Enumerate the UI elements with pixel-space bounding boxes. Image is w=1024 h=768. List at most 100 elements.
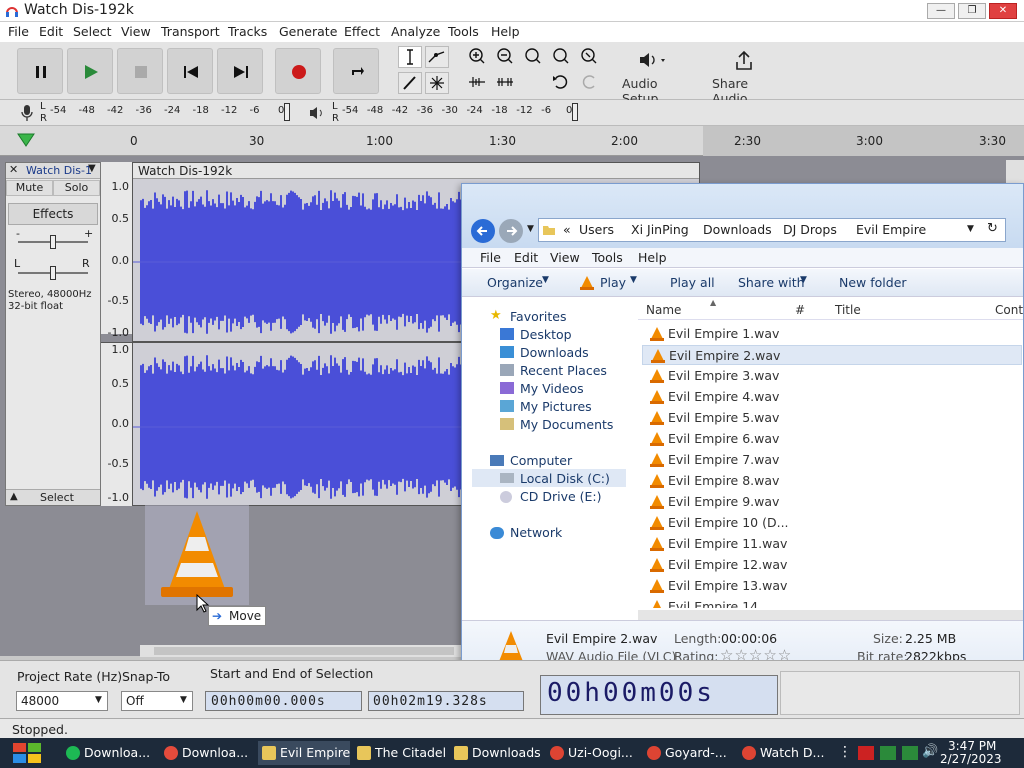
gain-slider[interactable] [18, 235, 88, 249]
explorer-menu-help[interactable]: Help [638, 250, 667, 265]
taskbar-item-uzi[interactable]: Uzi-Oogi... [546, 741, 633, 765]
track-menu-chevron-down-icon[interactable]: ▼ [88, 163, 96, 174]
mute-button[interactable]: Mute [6, 180, 53, 196]
file-list-item[interactable]: Evil Empire 13.wav [642, 576, 1022, 596]
back-button[interactable] [471, 219, 495, 243]
gain-slider-thumb[interactable] [50, 235, 56, 249]
menu-effect[interactable]: Effect [344, 24, 380, 39]
menu-view[interactable]: View [121, 24, 151, 39]
fit-selection-button[interactable] [522, 46, 546, 68]
time-display[interactable]: 00h00m00s [540, 675, 778, 715]
fit-project-button[interactable] [550, 46, 574, 68]
file-list-item[interactable]: Evil Empire 10 (D... [642, 513, 1022, 533]
flag-tray-icon[interactable] [858, 746, 874, 760]
pan-slider-thumb[interactable] [50, 266, 56, 280]
microphone-icon[interactable] [20, 104, 34, 122]
taskbar-item-watch[interactable]: Watch D... [738, 741, 824, 765]
zoom-toggle-button[interactable] [578, 46, 602, 68]
file-list-item[interactable]: Evil Empire 14... [642, 597, 1022, 608]
redo-button[interactable] [578, 72, 602, 94]
scroll-thumb[interactable] [154, 647, 454, 655]
menu-help[interactable]: Help [491, 24, 520, 39]
file-list-item[interactable]: Evil Empire 4.wav [642, 387, 1022, 407]
skip-end-button[interactable] [217, 48, 263, 94]
audio-setup-button[interactable]: Audio Setup [616, 46, 694, 106]
breadcrumb-user[interactable]: Xi JinPing [631, 222, 689, 237]
play-all-button[interactable]: Play all [670, 275, 715, 290]
column-number[interactable]: # [795, 303, 805, 317]
volume-tray-icon[interactable]: 🔊 [922, 744, 938, 759]
track-close-icon[interactable]: ✕ [9, 163, 18, 176]
file-list-item[interactable]: Evil Empire 6.wav [642, 429, 1022, 449]
menu-file[interactable]: File [8, 24, 29, 39]
collapse-triangle-icon[interactable]: ▲ [10, 491, 18, 502]
explorer-menu-view[interactable]: View [550, 250, 580, 265]
new-folder-button[interactable]: New folder [839, 275, 907, 290]
clip-name[interactable]: Watch Dis-192k [138, 164, 232, 178]
play-head-triangle-icon[interactable] [16, 132, 36, 148]
close-button[interactable]: ✕ [989, 3, 1017, 19]
pause-button[interactable] [17, 48, 63, 94]
undo-button[interactable] [550, 72, 574, 94]
file-list-item[interactable]: Evil Empire 11.wav [642, 534, 1022, 554]
minimize-button[interactable]: — [927, 3, 955, 19]
pan-slider[interactable] [18, 266, 88, 280]
selection-end-time[interactable]: 00h02m19.328s [368, 691, 524, 711]
file-list-item[interactable]: Evil Empire 9.wav [642, 492, 1022, 512]
share-with-button[interactable]: Share with [738, 275, 805, 290]
menu-tools[interactable]: Tools [448, 24, 479, 39]
share-chevron-down-icon[interactable]: ▼ [800, 275, 807, 285]
multi-tool[interactable] [425, 72, 449, 94]
breadcrumb-downloads[interactable]: Downloads [703, 222, 772, 237]
file-list-item[interactable]: Evil Empire 2.wav [642, 345, 1022, 365]
taskbar-item-citadel[interactable]: The Citadel [353, 741, 446, 765]
taskbar-item-chrome[interactable]: Downloa... [160, 741, 248, 765]
forward-button[interactable] [499, 219, 523, 243]
explorer-menu-tools[interactable]: Tools [592, 250, 623, 265]
menu-transport[interactable]: Transport [161, 24, 220, 39]
meter-level-slider[interactable] [572, 103, 578, 121]
playback-meter[interactable]: -54 -48 -42 -36 -30 -24 -18 -12 -6 0 [342, 103, 578, 121]
taskbar-item-evil-empire[interactable]: Evil Empire [258, 741, 351, 765]
start-button[interactable] [10, 740, 44, 766]
file-list-item[interactable]: Evil Empire 8.wav [642, 471, 1022, 491]
clock-date[interactable]: 2/27/2023 [940, 752, 1002, 766]
snap-to-select[interactable]: Off ▼ [121, 691, 193, 711]
column-name[interactable]: Name [646, 303, 681, 317]
organize-chevron-down-icon[interactable]: ▼ [542, 275, 549, 285]
display-tray-icon[interactable] [902, 746, 918, 760]
play-command-button[interactable]: Play [600, 275, 626, 290]
file-list-item[interactable]: Evil Empire 3.wav [642, 366, 1022, 386]
menu-select[interactable]: Select [73, 24, 112, 39]
track-name[interactable]: Watch Dis-1 [26, 164, 92, 177]
menu-analyze[interactable]: Analyze [391, 24, 440, 39]
record-meter[interactable]: -54 -48 -42 -36 -24 -18 -12 -6 0 [50, 103, 290, 121]
share-audio-button[interactable]: Share Audio [704, 46, 784, 106]
project-rate-select[interactable]: 48000 ▼ [16, 691, 108, 711]
explorer-menu-edit[interactable]: Edit [514, 250, 538, 265]
address-chevron-down-icon[interactable]: ▼ [967, 224, 974, 234]
refresh-icon[interactable]: ↻ [987, 221, 998, 236]
column-title[interactable]: Title [835, 303, 861, 317]
silence-button[interactable] [494, 72, 518, 94]
file-list-item[interactable]: Evil Empire 12.wav [642, 555, 1022, 575]
organize-button[interactable]: Organize [487, 275, 543, 290]
zoom-out-button[interactable] [494, 46, 518, 68]
history-chevron-down-icon[interactable]: ▼ [527, 224, 534, 234]
explorer-menu-file[interactable]: File [480, 250, 501, 265]
solo-button[interactable]: Solo [53, 180, 100, 196]
taskbar-item-goyard[interactable]: Goyard-... [643, 741, 727, 765]
breadcrumb-dj-drops[interactable]: DJ Drops [783, 222, 837, 237]
taskbar-item-spotify[interactable]: Downloa... [62, 741, 150, 765]
breadcrumb-evil-empire[interactable]: Evil Empire [856, 222, 926, 237]
breadcrumb-users[interactable]: Users [579, 222, 614, 237]
file-list-item[interactable]: Evil Empire 5.wav [642, 408, 1022, 428]
breadcrumb-overflow[interactable]: « [563, 222, 571, 237]
nav-favorites[interactable]: Favorites [510, 309, 566, 324]
file-list-item[interactable]: Evil Empire 1.wav [642, 324, 1022, 344]
selection-tool[interactable] [398, 46, 422, 68]
menu-generate[interactable]: Generate [279, 24, 337, 39]
trim-button[interactable] [466, 72, 490, 94]
draw-tool[interactable] [398, 72, 422, 94]
skip-start-button[interactable] [167, 48, 213, 94]
